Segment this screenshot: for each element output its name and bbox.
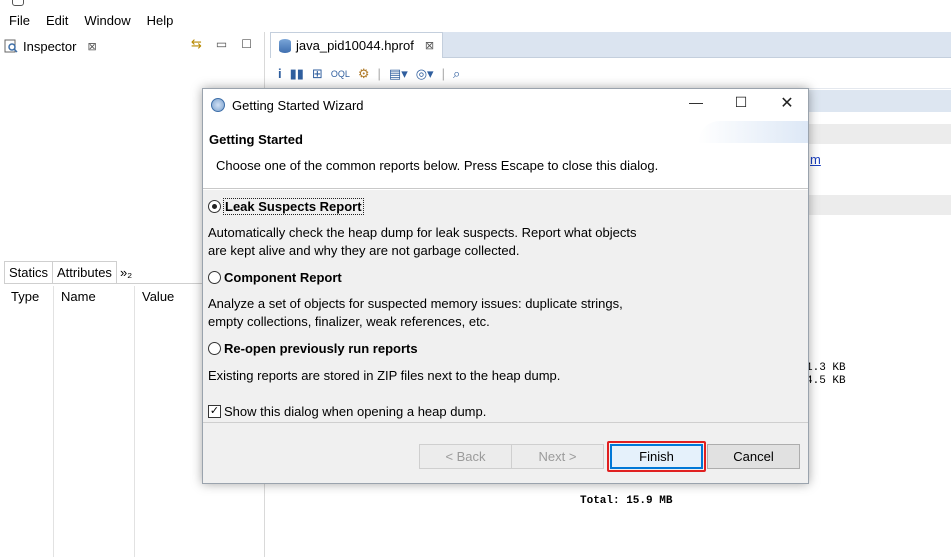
close-icon[interactable]: ⊠ [425, 39, 434, 52]
database-icon [279, 38, 291, 53]
description-line: empty collections, finalizer, weak refer… [208, 314, 490, 329]
description-line: Analyze a set of objects for suspected m… [208, 296, 623, 311]
finish-highlight-box [607, 441, 706, 472]
tab-hprof-file[interactable]: java_pid10044.hprof ⊠ [270, 32, 444, 58]
dialog-body: Leak Suspects Report Automatically check… [203, 190, 808, 422]
total-size: Total: 15.9 MB [580, 495, 673, 507]
dominator-tree-icon[interactable]: ⊞ [312, 66, 323, 82]
radio-button[interactable] [208, 342, 221, 355]
menu-edit[interactable]: Edit [46, 13, 68, 28]
overview-link[interactable]: m [810, 152, 821, 167]
query-browser-icon[interactable]: ◎▾ [416, 66, 434, 82]
menu-bar: File Edit Window Help [0, 8, 951, 32]
option-label: Leak Suspects Report [223, 198, 364, 215]
window-title-strip [0, 0, 951, 8]
back-button[interactable]: < Back [419, 444, 512, 469]
option-description: Automatically check the heap dump for le… [208, 224, 668, 260]
menu-window[interactable]: Window [84, 13, 130, 28]
cancel-button[interactable]: Cancel [707, 444, 800, 469]
inspector-tab-label: Inspector [23, 38, 77, 54]
inspector-toolbar: ⇆ ▭ ☐ [191, 36, 252, 52]
separator: | [441, 66, 445, 81]
show-dialog-checkbox-row[interactable]: ✓ Show this dialog when opening a heap d… [208, 404, 486, 419]
menu-help[interactable]: Help [147, 13, 174, 28]
histogram-icon[interactable]: ▮▮ [290, 66, 304, 82]
app-icon [12, 0, 24, 6]
dialog-description: Choose one of the common reports below. … [216, 158, 659, 173]
sync-arrows-icon[interactable]: ⇆ [191, 36, 202, 52]
maximize-icon[interactable]: ☐ [726, 94, 756, 116]
tab-attributes[interactable]: Attributes [52, 261, 117, 283]
option-component-report[interactable]: Component Report [208, 270, 342, 285]
menu-file[interactable]: File [9, 13, 30, 28]
option-reopen-reports[interactable]: Re-open previously run reports [208, 341, 418, 356]
column-header-name[interactable]: Name [54, 286, 135, 557]
inspector-icon [4, 39, 18, 53]
info-icon[interactable]: i [278, 66, 282, 81]
tab-inspector[interactable]: Inspector ⊠ [4, 34, 97, 58]
next-button[interactable]: Next > [511, 444, 604, 469]
header-banner-graphic [698, 121, 808, 143]
option-leak-suspects[interactable]: Leak Suspects Report [208, 198, 364, 215]
option-label: Component Report [224, 270, 342, 285]
editor-tab-bar: java_pid10044.hprof ⊠ [270, 32, 951, 58]
dialog-titlebar: Getting Started Wizard — ☐ ✕ [203, 89, 808, 121]
separator: | [377, 66, 381, 81]
show-dialog-checkbox[interactable]: ✓ [208, 405, 221, 418]
search-icon[interactable]: ⌕ [453, 66, 460, 82]
dialog-button-bar: < Back Next > Finish Cancel [203, 422, 808, 483]
radio-button[interactable] [208, 200, 221, 213]
oql-icon[interactable]: OQL [331, 69, 350, 79]
wizard-icon [211, 98, 225, 112]
minimize-icon[interactable]: ▭ [216, 37, 227, 51]
description-line: Automatically check the heap dump for le… [208, 225, 637, 240]
close-icon[interactable]: ⊠ [87, 40, 96, 53]
dialog-header: Getting Started Choose one of the common… [203, 121, 808, 189]
size-value: 4.5 KB [806, 375, 846, 387]
column-header-type[interactable]: Type [4, 286, 54, 557]
option-label: Re-open previously run reports [224, 341, 418, 356]
description-line: are kept alive and why they are not garb… [208, 243, 520, 258]
option-description: Existing reports are stored in ZIP files… [208, 367, 668, 385]
editor-toolbar: i ▮▮ ⊞ OQL ⚙ | ▤▾ ◎▾ | ⌕ [270, 59, 951, 89]
close-icon[interactable]: ✕ [772, 93, 802, 115]
editor-tab-label: java_pid10044.hprof [296, 38, 414, 53]
tab-statics[interactable]: Statics [4, 261, 54, 283]
tab-overflow[interactable]: »₂ [116, 262, 136, 283]
description-line: Existing reports are stored in ZIP files… [208, 368, 561, 383]
maximize-icon[interactable]: ☐ [241, 37, 252, 51]
radio-button[interactable] [208, 271, 221, 284]
dialog-title: Getting Started Wizard [232, 98, 364, 113]
run-report-icon[interactable]: ▤▾ [389, 66, 408, 82]
size-value: 1.3 KB [806, 362, 846, 374]
option-description: Analyze a set of objects for suspected m… [208, 295, 668, 331]
dialog-heading: Getting Started [209, 132, 303, 147]
minimize-icon[interactable]: — [681, 94, 711, 116]
getting-started-wizard-dialog: Getting Started Wizard — ☐ ✕ Getting Sta… [202, 88, 809, 484]
checkbox-label: Show this dialog when opening a heap dum… [224, 404, 487, 419]
gear-icon[interactable]: ⚙ [358, 66, 370, 82]
